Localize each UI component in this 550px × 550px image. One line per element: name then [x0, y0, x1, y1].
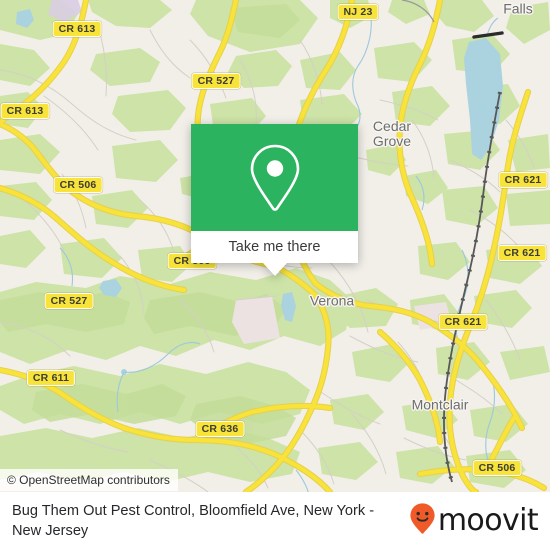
road-shield: CR 611	[26, 370, 76, 386]
road-shield: NJ 23	[337, 4, 379, 20]
road-shield: CR 527	[44, 293, 94, 309]
footer-bar: Bug Them Out Pest Control, Bloomfield Av…	[0, 492, 550, 550]
place-label: Montclair	[411, 396, 469, 413]
road-shield: CR 613	[0, 103, 50, 119]
popup-pointer-tail	[262, 263, 287, 276]
place-label: Verona	[309, 292, 355, 309]
road-shield: CR 506	[472, 460, 522, 476]
road-shield: CR 613	[52, 21, 102, 37]
osm-attribution[interactable]: © OpenStreetMap contributors	[0, 469, 178, 491]
map-pin-icon	[248, 143, 302, 213]
road-shield: CR 527	[191, 73, 241, 89]
place-label: Cedar Grove	[372, 118, 412, 149]
map-screenshot-page: CR 613 NJ 23 CR 527 CR 613 CR 621 CR 506 CR 62…	[0, 0, 550, 550]
moovit-smiley-pin-icon	[409, 502, 436, 540]
road-shield: CR 636	[195, 421, 245, 437]
road-shield: CR 621	[498, 172, 548, 188]
place-label: Falls	[503, 0, 533, 17]
place-title: Bug Them Out Pest Control, Bloomfield Av…	[12, 503, 375, 539]
popup-footer[interactable]: Take me there	[191, 231, 358, 276]
moovit-logo[interactable]: moovit	[409, 502, 539, 540]
location-popup[interactable]: Take me there	[191, 124, 358, 276]
take-me-there-label: Take me there	[228, 239, 321, 255]
popup-header	[191, 124, 358, 231]
road-shield: CR 506	[53, 177, 103, 193]
road-shield: CR 621	[438, 314, 488, 330]
moovit-wordmark: moovit	[437, 503, 539, 538]
road-shield: CR 621	[497, 245, 547, 261]
map-canvas[interactable]: CR 613 NJ 23 CR 527 CR 613 CR 621 CR 506 CR 62…	[0, 0, 550, 492]
